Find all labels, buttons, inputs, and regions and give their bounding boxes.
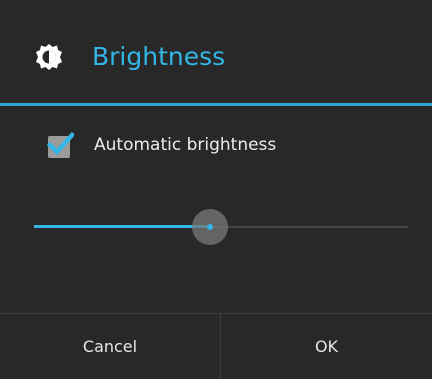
dialog-title: Brightness xyxy=(92,42,226,71)
brightness-slider[interactable] xyxy=(34,204,408,250)
automatic-brightness-label: Automatic brightness xyxy=(94,135,277,155)
slider-thumb-dot xyxy=(207,224,213,230)
checkmark-icon xyxy=(46,131,74,156)
slider-fill xyxy=(34,225,210,228)
brightness-dialog: Brightness Automatic brightness Cancel O… xyxy=(0,0,432,379)
cancel-button[interactable]: Cancel xyxy=(0,314,220,379)
dialog-title-bar: Brightness xyxy=(0,0,432,103)
automatic-brightness-checkbox[interactable] xyxy=(46,131,74,158)
automatic-brightness-row[interactable]: Automatic brightness xyxy=(34,126,394,164)
ok-button[interactable]: OK xyxy=(221,314,432,379)
brightness-icon xyxy=(36,44,62,70)
title-divider xyxy=(0,103,432,106)
